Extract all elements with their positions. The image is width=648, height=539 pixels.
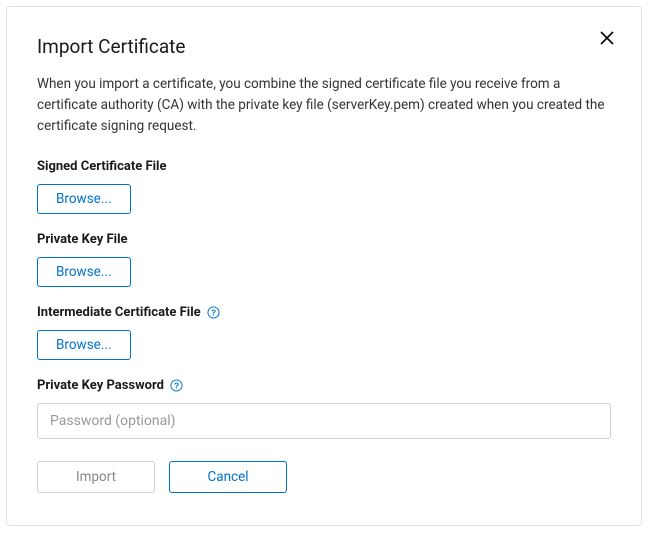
signed-certificate-field: Signed Certificate File Browse... — [37, 159, 611, 214]
private-key-field: Private Key File Browse... — [37, 232, 611, 287]
intermediate-certificate-label-text: Intermediate Certificate File — [37, 305, 201, 320]
dialog-actions: Import Cancel — [37, 461, 611, 493]
svg-text:?: ? — [174, 380, 179, 390]
signed-certificate-label: Signed Certificate File — [37, 159, 611, 174]
intermediate-certificate-browse-button[interactable]: Browse... — [37, 330, 131, 360]
private-key-password-label: Private Key Password ? — [37, 378, 611, 393]
signed-certificate-browse-button[interactable]: Browse... — [37, 184, 131, 214]
svg-text:?: ? — [211, 307, 216, 317]
intermediate-certificate-field: Intermediate Certificate File ? Browse..… — [37, 305, 611, 360]
import-certificate-dialog: Import Certificate When you import a cer… — [6, 6, 642, 526]
import-button[interactable]: Import — [37, 461, 155, 493]
help-icon[interactable]: ? — [207, 306, 220, 319]
private-key-password-field: Private Key Password ? — [37, 378, 611, 439]
close-button[interactable] — [597, 29, 617, 49]
private-key-label: Private Key File — [37, 232, 611, 247]
private-key-browse-button[interactable]: Browse... — [37, 257, 131, 287]
close-icon — [600, 30, 614, 49]
dialog-description: When you import a certificate, you combi… — [37, 74, 611, 137]
intermediate-certificate-label: Intermediate Certificate File ? — [37, 305, 611, 320]
cancel-button[interactable]: Cancel — [169, 461, 287, 493]
dialog-title: Import Certificate — [37, 35, 611, 58]
private-key-password-input[interactable] — [37, 403, 611, 439]
help-icon[interactable]: ? — [170, 379, 183, 392]
private-key-password-label-text: Private Key Password — [37, 378, 164, 393]
